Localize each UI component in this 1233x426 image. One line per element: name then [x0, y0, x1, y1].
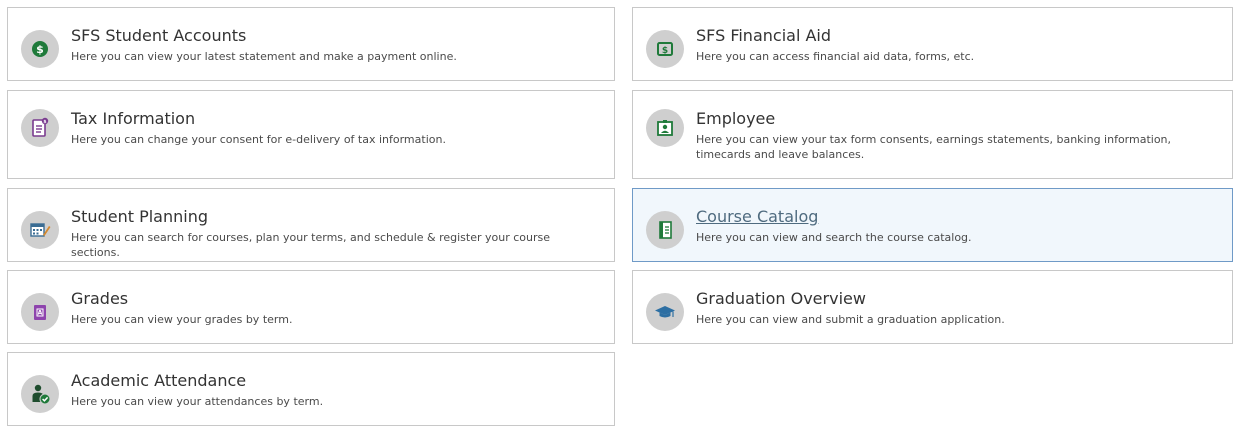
- dollar-coin-icon: $: [21, 30, 59, 68]
- tile-description: Here you can view your grades by term.: [71, 313, 293, 326]
- grades-book-icon: A: [21, 293, 59, 331]
- tile-description: Here you can change your consent for e-d…: [71, 133, 446, 146]
- tile-title[interactable]: Course Catalog: [696, 207, 818, 226]
- tile-title: Employee: [696, 109, 776, 128]
- tile-tax-information[interactable]: $ Tax Information Here you can change yo…: [7, 90, 615, 179]
- tile-description: Here you can view and search the course …: [696, 231, 972, 244]
- svg-text:$: $: [43, 119, 46, 125]
- tile-title: Grades: [71, 289, 129, 308]
- graduation-cap-icon: [646, 293, 684, 331]
- tile-grades[interactable]: A Grades Here you can view your grades b…: [7, 270, 615, 344]
- tile-description: Here you can view your latest statement …: [71, 50, 457, 63]
- tile-description: Here you can search for courses, plan yo…: [71, 231, 551, 259]
- tile-title: Student Planning: [71, 207, 208, 226]
- tile-sfs-student-accounts[interactable]: $ SFS Student Accounts Here you can view…: [7, 7, 615, 81]
- svg-text:$: $: [36, 43, 44, 56]
- tile-title: SFS Student Accounts: [71, 26, 247, 45]
- catalog-book-icon: [646, 211, 684, 249]
- tile-course-catalog[interactable]: Course Catalog Here you can view and sea…: [632, 188, 1233, 262]
- tile-employee[interactable]: Employee Here you can view your tax form…: [632, 90, 1233, 179]
- svg-text:A: A: [38, 310, 43, 317]
- tile-sfs-financial-aid[interactable]: $ SFS Financial Aid Here you can access …: [632, 7, 1233, 81]
- dollar-bill-icon: $: [646, 30, 684, 68]
- tile-academic-attendance[interactable]: Academic Attendance Here you can view yo…: [7, 352, 615, 426]
- tile-title: Academic Attendance: [71, 371, 247, 390]
- attendance-person-check-icon: [21, 375, 59, 413]
- tile-description: Here you can view your attendances by te…: [71, 395, 324, 408]
- tile-graduation-overview[interactable]: Graduation Overview Here you can view an…: [632, 270, 1233, 344]
- tile-title: Graduation Overview: [696, 289, 866, 308]
- calendar-pencil-icon: [21, 211, 59, 249]
- tile-title: SFS Financial Aid: [696, 26, 832, 45]
- employee-badge-icon: [646, 109, 684, 147]
- tax-document-icon: $: [21, 109, 59, 147]
- tile-student-planning[interactable]: Student Planning Here you can search for…: [7, 188, 615, 262]
- svg-text:$: $: [662, 46, 668, 56]
- tile-description: Here you can access financial aid data, …: [696, 50, 975, 63]
- tile-description: Here you can view your tax form consents…: [696, 133, 1172, 161]
- tile-description: Here you can view and submit a graduatio…: [696, 313, 1005, 326]
- tile-title: Tax Information: [71, 109, 196, 128]
